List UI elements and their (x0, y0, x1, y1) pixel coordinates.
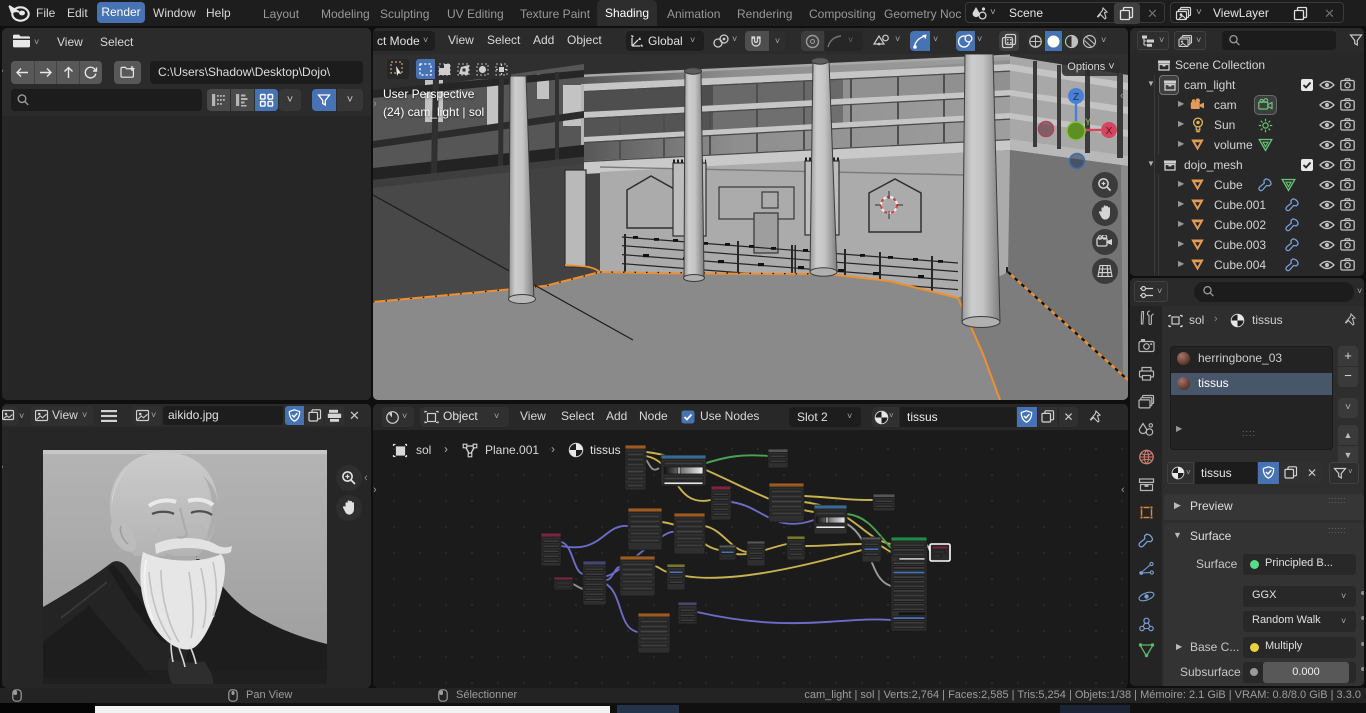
svg-text:X: X (1106, 126, 1113, 137)
svg-text:Y: Y (1085, 117, 1091, 127)
svg-text:Z: Z (1073, 92, 1079, 103)
